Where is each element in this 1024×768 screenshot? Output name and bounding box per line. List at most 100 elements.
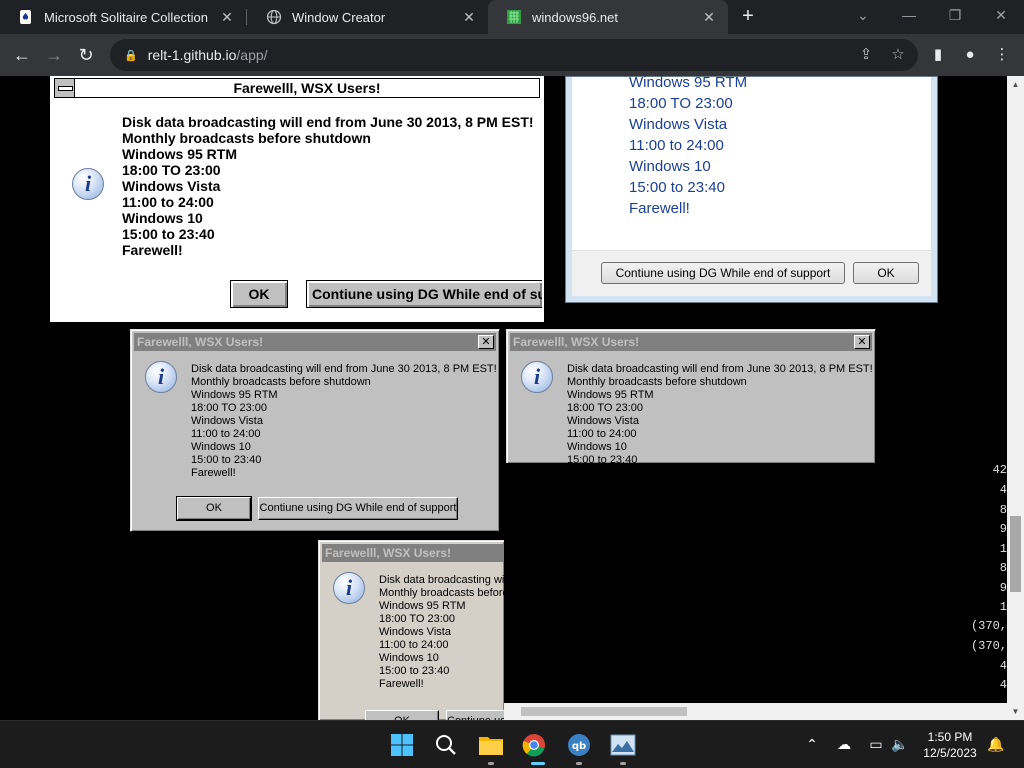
chevron-down-icon[interactable]: ⌄ (840, 0, 886, 30)
message-line: 18:00 TO 23:00 (122, 162, 221, 178)
tab-windows96[interactable]: windows96.net ✕ (488, 0, 728, 34)
share-icon[interactable]: ⇪ (854, 43, 878, 67)
dialog-title: Farewelll, WSX Users! (325, 546, 452, 560)
dialog-body: Windows 95 RTM 18:00 TO 23:00 Windows Vi… (572, 76, 931, 296)
dialog-titlebar: Farewelll, WSX Users! (54, 78, 540, 98)
message-line: Farewell! (191, 467, 236, 479)
close-icon[interactable]: ✕ (478, 335, 494, 349)
back-arrow-icon[interactable]: ← (10, 43, 34, 67)
dialog-win95-2: Farewelll, WSX Users! ✕ i Disk data broa… (506, 329, 876, 463)
ok-button[interactable]: OK (230, 280, 288, 308)
dialog-title: Farewelll, WSX Users! (137, 335, 264, 349)
dialog-titlebar: Farewelll, WSX Users! ✕ (134, 333, 496, 351)
dialog-win31: Farewelll, WSX Users! i Disk data broadc… (50, 76, 545, 322)
running-indicator (620, 762, 626, 765)
horizontal-scrollbar[interactable] (504, 703, 1007, 720)
console-line: 4 (999, 483, 1007, 497)
message-line: 11:00 to 24:00 (379, 639, 449, 651)
clock[interactable]: 1:50 PM 12/5/2023 (920, 729, 980, 761)
message-line: 18:00 TO 23:00 (567, 402, 644, 414)
message-line: Disk data broadcasting will end from Jun… (191, 363, 497, 375)
dialog-title: Farewelll, WSX Users! (233, 80, 381, 96)
dialog-footer: Contiune using DG While end of support O… (572, 250, 931, 296)
console-line: (370, (970, 619, 1007, 633)
dialog-titlebar: Farewelll, WSX Users! ✕ (510, 333, 872, 351)
restore-icon[interactable]: ❐ (932, 0, 978, 30)
forward-arrow-icon[interactable]: → (42, 43, 66, 67)
console-output: 42 4 8 9 1 8 9 1 (370, (370, 4 4 (504, 463, 1007, 703)
volume-icon[interactable]: 🔈 (890, 734, 910, 754)
close-icon[interactable]: ✕ (700, 9, 718, 26)
bookmark-star-icon[interactable]: ☆ (886, 43, 910, 67)
message-line: Disk data broadcasting will end from Jun… (379, 574, 504, 586)
scroll-up-icon[interactable]: ▲ (1007, 76, 1024, 93)
continue-button[interactable]: Contiune using DG While end of support (446, 710, 504, 720)
address-bar[interactable]: 🔒 relt-1.github.io/app/ ⇪ ☆ (110, 39, 918, 71)
profile-icon[interactable]: ● (958, 43, 982, 67)
qbittorrent-icon[interactable]: qb (563, 729, 595, 761)
dialog-message: Disk data broadcasting will end from Jun… (122, 114, 534, 258)
reload-icon[interactable]: ↻ (74, 43, 98, 67)
tab-window-creator[interactable]: Window Creator ✕ (248, 0, 488, 34)
vertical-scrollbar[interactable]: ▲ ▼ (1007, 76, 1024, 720)
dialog-titlebar: Farewelll, WSX Users! (322, 544, 504, 562)
continue-button[interactable]: Contiune using DG While end of support (258, 497, 458, 520)
dialog-message: Disk data broadcasting will end from Jun… (379, 574, 504, 691)
minimize-icon[interactable]: — (886, 0, 932, 30)
close-icon[interactable]: ✕ (460, 9, 478, 26)
close-icon[interactable]: ✕ (854, 335, 870, 349)
message-line: Windows Vista (567, 415, 639, 427)
close-icon[interactable]: ✕ (218, 9, 236, 26)
message-line: Farewell! (379, 678, 424, 690)
file-explorer-icon[interactable] (475, 729, 507, 761)
console-line: (370, (970, 639, 1007, 653)
svg-text:qb: qb (572, 741, 586, 752)
tab-label: Window Creator (292, 9, 386, 25)
start-icon[interactable] (386, 729, 418, 761)
console-line: 9 (999, 581, 1007, 595)
continue-button[interactable]: Contiune using DG While end of support (601, 262, 845, 284)
new-tab-icon[interactable]: + (736, 4, 760, 28)
system-menu-icon[interactable] (55, 79, 75, 97)
lock-icon: 🔒 (124, 49, 138, 62)
ok-button[interactable]: OK (176, 496, 252, 521)
message-line: Windows Vista (191, 415, 263, 427)
message-line: 15:00 to 23:40 (567, 454, 638, 463)
network-icon[interactable]: ▭ (866, 734, 886, 754)
scrollbar-thumb[interactable] (1010, 516, 1021, 592)
console-line: 1 (999, 542, 1007, 556)
scrollbar-thumb[interactable] (521, 707, 687, 716)
message-line: Windows Vista (629, 116, 728, 133)
info-icon: i (145, 361, 177, 393)
search-icon[interactable] (430, 729, 462, 761)
solitaire-icon (18, 9, 34, 25)
ok-button[interactable]: OK (365, 710, 439, 720)
message-line: 18:00 TO 23:00 (379, 613, 456, 625)
tab-label: windows96.net (532, 9, 618, 25)
message-line: 18:00 TO 23:00 (629, 95, 733, 112)
notification-bell-icon[interactable]: 🔔 (986, 734, 1006, 754)
window-close-icon[interactable]: ✕ (978, 0, 1024, 30)
onedrive-icon[interactable]: ☁ (834, 734, 854, 754)
chrome-icon[interactable] (518, 729, 550, 761)
message-line: 15:00 to 23:40 (379, 665, 450, 677)
continue-button[interactable]: Contiune using DG While end of support (306, 280, 542, 308)
message-line: 18:00 TO 23:00 (191, 402, 268, 414)
scroll-down-icon[interactable]: ▼ (1007, 703, 1024, 720)
menu-kebab-icon[interactable]: ⋮ (990, 43, 1014, 67)
message-line: 11:00 to 24:00 (567, 428, 637, 440)
message-line: 15:00 to 23:40 (191, 454, 262, 466)
tab-solitaire[interactable]: Microsoft Solitaire Collection ✕ (0, 0, 246, 34)
photos-icon[interactable] (607, 729, 639, 761)
clock-time: 1:50 PM (927, 730, 973, 744)
message-line: Windows 95 RTM (191, 389, 278, 401)
ok-button[interactable]: OK (853, 262, 919, 284)
message-line: Windows Vista (379, 626, 451, 638)
message-line: Windows Vista (122, 178, 221, 194)
side-panel-icon[interactable]: ▮ (926, 43, 950, 67)
message-line: Farewell! (629, 200, 690, 217)
chevron-up-icon[interactable]: ⌃ (802, 734, 822, 754)
message-line: Windows 10 (379, 652, 439, 664)
message-line: 11:00 to 24:00 (122, 194, 214, 210)
tab-separator (246, 9, 247, 25)
